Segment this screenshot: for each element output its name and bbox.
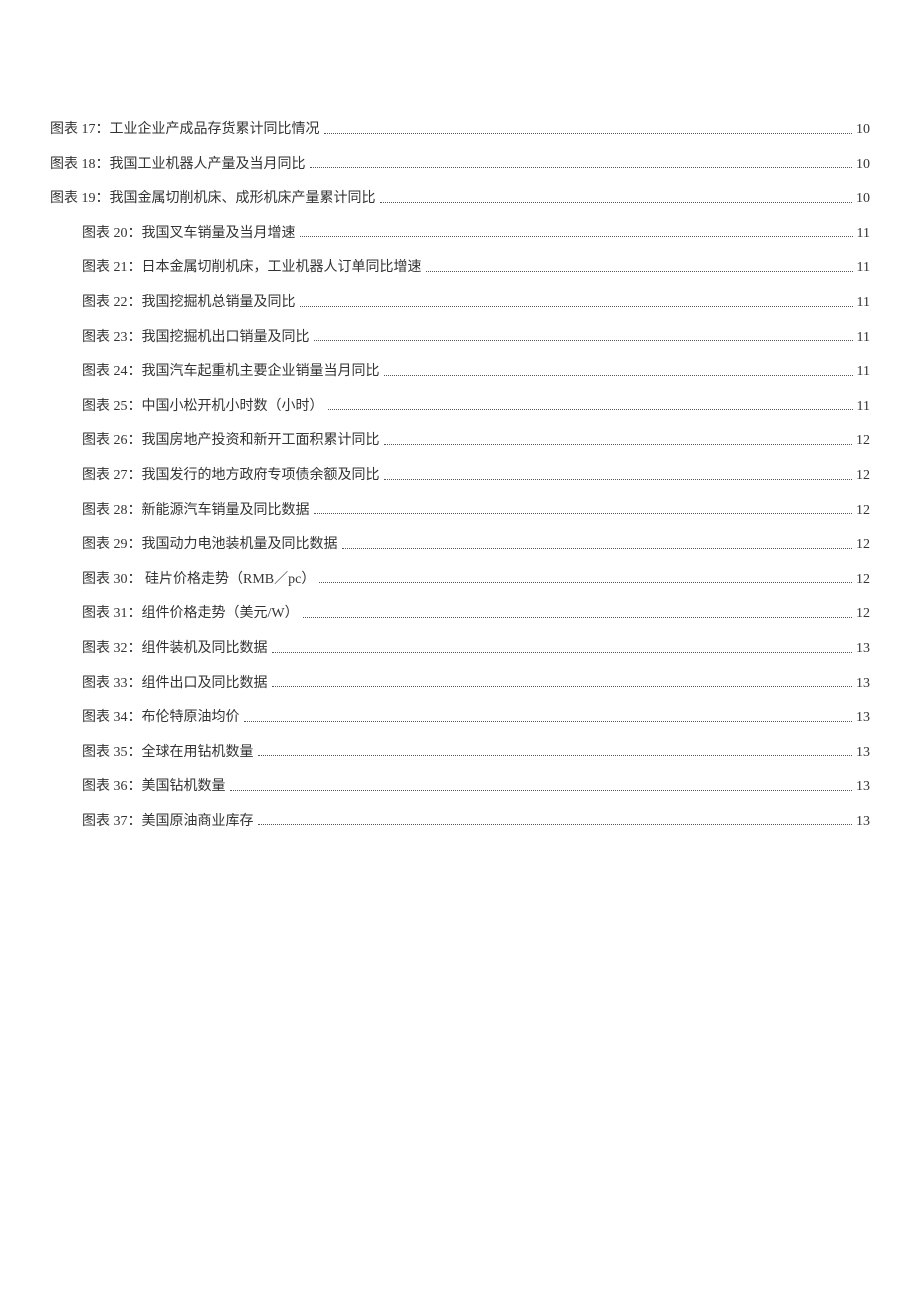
toc-entry-page: 13 bbox=[856, 674, 870, 694]
toc-entry-page: 12 bbox=[856, 604, 870, 624]
toc-leader-dots bbox=[342, 548, 853, 549]
toc-entry-page: 11 bbox=[857, 258, 870, 278]
toc-leader-dots bbox=[310, 167, 853, 168]
toc-entry-label: 图表 27：我国发行的地方政府专项债余额及同比 bbox=[82, 466, 380, 486]
toc-leader-dots bbox=[272, 652, 853, 653]
toc-entry-label: 图表 23：我国挖掘机出口销量及同比 bbox=[82, 328, 310, 348]
toc-leader-dots bbox=[380, 202, 853, 203]
toc-entry-label: 图表 31：组件价格走势（美元/W） bbox=[82, 604, 299, 624]
toc-entry-label: 图表 25：中国小松开机小时数（小时） bbox=[82, 397, 324, 417]
toc-entry-page: 13 bbox=[856, 639, 870, 659]
toc-entry-page: 12 bbox=[856, 570, 870, 590]
toc-leader-dots bbox=[303, 617, 852, 618]
toc-leader-dots bbox=[300, 306, 853, 307]
toc-entry[interactable]: 图表 36：美国钻机数量 13 bbox=[50, 777, 870, 797]
toc-entry-page: 12 bbox=[856, 466, 870, 486]
toc-entry-label: 图表 17：工业企业产成品存货累计同比情况 bbox=[50, 120, 320, 140]
toc-entry-page: 11 bbox=[857, 328, 870, 348]
toc-entry[interactable]: 图表 27：我国发行的地方政府专项债余额及同比 12 bbox=[50, 466, 870, 486]
toc-entry[interactable]: 图表 20：我国叉车销量及当月增速 11 bbox=[50, 224, 870, 244]
toc-entry[interactable]: 图表 21：日本金属切削机床，工业机器人订单同比增速 11 bbox=[50, 258, 870, 278]
toc-leader-dots bbox=[426, 271, 853, 272]
toc-entry[interactable]: 图表 28：新能源汽车销量及同比数据 12 bbox=[50, 501, 870, 521]
toc-leader-dots bbox=[230, 790, 853, 791]
toc-entry[interactable]: 图表 33：组件出口及同比数据 13 bbox=[50, 674, 870, 694]
toc-entry[interactable]: 图表 29：我国动力电池装机量及同比数据 12 bbox=[50, 535, 870, 555]
toc-entry[interactable]: 图表 37：美国原油商业库存 13 bbox=[50, 812, 870, 832]
toc-entry-page: 12 bbox=[856, 535, 870, 555]
toc-entry[interactable]: 图表 34：布伦特原油均价 13 bbox=[50, 708, 870, 728]
toc-entry-page: 12 bbox=[856, 501, 870, 521]
toc-entry-page: 10 bbox=[856, 120, 870, 140]
toc-entry-label: 图表 34：布伦特原油均价 bbox=[82, 708, 240, 728]
toc-leader-dots bbox=[328, 409, 853, 410]
toc-entry-page: 13 bbox=[856, 777, 870, 797]
toc-leader-dots bbox=[319, 582, 852, 583]
toc-entry-label: 图表 24：我国汽车起重机主要企业销量当月同比 bbox=[82, 362, 380, 382]
toc-leader-dots bbox=[258, 824, 853, 825]
toc-entry[interactable]: 图表 17：工业企业产成品存货累计同比情况 10 bbox=[50, 120, 870, 140]
toc-entry-page: 11 bbox=[857, 224, 870, 244]
toc-entry-label: 图表 28：新能源汽车销量及同比数据 bbox=[82, 501, 310, 521]
toc-entry-page: 11 bbox=[857, 362, 870, 382]
toc-entry[interactable]: 图表 24：我国汽车起重机主要企业销量当月同比 11 bbox=[50, 362, 870, 382]
toc-entry[interactable]: 图表 19：我国金属切削机床、成形机床产量累计同比 10 bbox=[50, 189, 870, 209]
toc-entry-label: 图表 36：美国钻机数量 bbox=[82, 777, 226, 797]
toc-entry-label: 图表 21：日本金属切削机床，工业机器人订单同比增速 bbox=[82, 258, 422, 278]
toc-entry-label: 图表 30： 硅片价格走势（RMB／pc） bbox=[82, 570, 315, 590]
toc-entry-label: 图表 19：我国金属切削机床、成形机床产量累计同比 bbox=[50, 189, 376, 209]
toc-entry-label: 图表 33：组件出口及同比数据 bbox=[82, 674, 268, 694]
toc-entry[interactable]: 图表 32：组件装机及同比数据 13 bbox=[50, 639, 870, 659]
toc-entry-label: 图表 18：我国工业机器人产量及当月同比 bbox=[50, 155, 306, 175]
toc-leader-dots bbox=[314, 513, 853, 514]
toc-entry[interactable]: 图表 26：我国房地产投资和新开工面积累计同比 12 bbox=[50, 431, 870, 451]
toc-entry-page: 11 bbox=[857, 397, 870, 417]
toc-leader-dots bbox=[324, 133, 853, 134]
toc-leader-dots bbox=[272, 686, 853, 687]
toc-leader-dots bbox=[384, 375, 853, 376]
toc-entry-page: 13 bbox=[856, 812, 870, 832]
table-of-contents: 图表 17：工业企业产成品存货累计同比情况10图表 18：我国工业机器人产量及当… bbox=[50, 120, 870, 831]
toc-entry-page: 13 bbox=[856, 743, 870, 763]
toc-entry[interactable]: 图表 22：我国挖掘机总销量及同比 11 bbox=[50, 293, 870, 313]
toc-entry[interactable]: 图表 25：中国小松开机小时数（小时） 11 bbox=[50, 397, 870, 417]
toc-entry-page: 12 bbox=[856, 431, 870, 451]
toc-entry-label: 图表 20：我国叉车销量及当月增速 bbox=[82, 224, 296, 244]
toc-leader-dots bbox=[384, 444, 853, 445]
toc-entry-page: 10 bbox=[856, 189, 870, 209]
toc-entry-page: 11 bbox=[857, 293, 870, 313]
toc-entry-page: 13 bbox=[856, 708, 870, 728]
toc-leader-dots bbox=[314, 340, 853, 341]
toc-entry-label: 图表 29：我国动力电池装机量及同比数据 bbox=[82, 535, 338, 555]
toc-leader-dots bbox=[244, 721, 853, 722]
toc-entry-page: 10 bbox=[856, 155, 870, 175]
toc-entry-label: 图表 32：组件装机及同比数据 bbox=[82, 639, 268, 659]
toc-entry[interactable]: 图表 30： 硅片价格走势（RMB／pc） 12 bbox=[50, 570, 870, 590]
toc-entry-label: 图表 35：全球在用钻机数量 bbox=[82, 743, 254, 763]
toc-leader-dots bbox=[258, 755, 853, 756]
toc-entry[interactable]: 图表 31：组件价格走势（美元/W） 12 bbox=[50, 604, 870, 624]
toc-entry[interactable]: 图表 23：我国挖掘机出口销量及同比 11 bbox=[50, 328, 870, 348]
toc-entry-label: 图表 37：美国原油商业库存 bbox=[82, 812, 254, 832]
toc-entry-label: 图表 22：我国挖掘机总销量及同比 bbox=[82, 293, 296, 313]
toc-entry[interactable]: 图表 35：全球在用钻机数量 13 bbox=[50, 743, 870, 763]
toc-entry-label: 图表 26：我国房地产投资和新开工面积累计同比 bbox=[82, 431, 380, 451]
toc-entry[interactable]: 图表 18：我国工业机器人产量及当月同比 10 bbox=[50, 155, 870, 175]
toc-leader-dots bbox=[300, 236, 853, 237]
toc-leader-dots bbox=[384, 479, 853, 480]
